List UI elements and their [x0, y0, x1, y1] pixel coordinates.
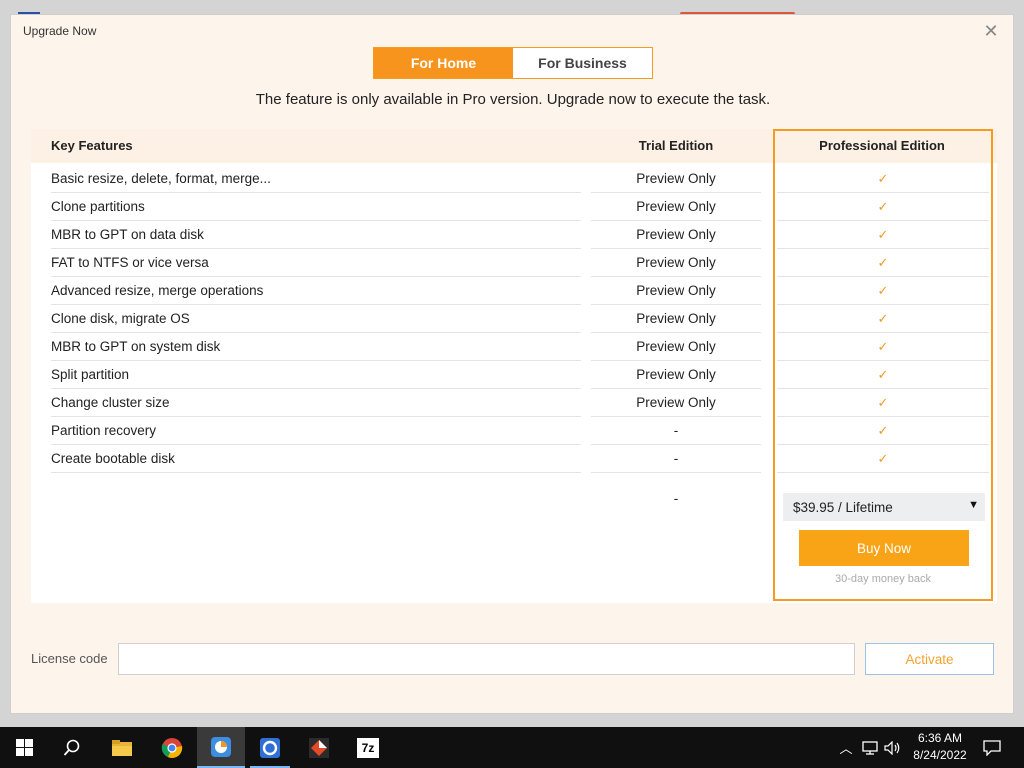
checkmark-icon: ✓ — [777, 445, 989, 473]
trial-availability: Preview Only — [591, 305, 761, 333]
table-row: Partition recovery - ✓ — [31, 417, 997, 445]
show-hidden-icons-button[interactable]: ︿ — [836, 727, 856, 768]
taskbar-clock[interactable]: 6:36 AM 8/24/2022 — [904, 730, 976, 764]
table-row: Advanced resize, merge operations Preview… — [31, 277, 997, 305]
buy-now-button[interactable]: Buy Now — [799, 530, 969, 566]
checkmark-icon: ✓ — [777, 277, 989, 305]
header-trial-edition: Trial Edition — [638, 138, 714, 153]
volume-icon — [884, 740, 900, 755]
feature-name: Basic resize, delete, format, merge... — [51, 165, 581, 193]
folder-icon — [112, 739, 132, 756]
file-explorer-button[interactable] — [98, 727, 146, 768]
7zip-icon-label: 7z — [361, 740, 375, 755]
trial-availability: Preview Only — [591, 277, 761, 305]
app-blue-button[interactable] — [246, 727, 294, 768]
diamond-app-icon — [309, 737, 329, 758]
checkmark-icon: ✓ — [777, 221, 989, 249]
trial-availability: Preview Only — [591, 165, 761, 193]
start-button[interactable] — [0, 727, 48, 768]
feature-name: MBR to GPT on system disk — [51, 333, 581, 361]
trial-availability: Preview Only — [591, 193, 761, 221]
feature-name: FAT to NTFS or vice versa — [51, 249, 581, 277]
table-row: MBR to GPT on system disk Preview Only ✓ — [31, 333, 997, 361]
dropdown-arrow-icon: ▼ — [968, 499, 979, 511]
feature-name: Change cluster size — [51, 389, 581, 417]
trial-availability: Preview Only — [591, 249, 761, 277]
table-row: Create bootable disk - ✓ — [31, 445, 997, 473]
license-code-label: License code — [31, 651, 108, 666]
checkmark-icon: ✓ — [777, 305, 989, 333]
volume-tray-button[interactable] — [882, 727, 904, 768]
table-row: Split partition Preview Only ✓ — [31, 361, 997, 389]
trial-availability: Preview Only — [591, 361, 761, 389]
table-row: MBR to GPT on data disk Preview Only ✓ — [31, 221, 997, 249]
search-button[interactable] — [48, 727, 96, 768]
feature-name: Advanced resize, merge operations — [51, 277, 581, 305]
checkmark-icon: ✓ — [777, 417, 989, 445]
money-back-note: 30-day money back — [835, 573, 931, 585]
trial-availability: Preview Only — [591, 389, 761, 417]
table-row: Change cluster size Preview Only ✓ — [31, 389, 997, 417]
price-plan-select[interactable]: $39.95 / Lifetime ▼ — [783, 493, 985, 521]
table-row: Basic resize, delete, format, merge... Pr… — [31, 165, 997, 193]
clock-time: 6:36 AM — [917, 731, 963, 745]
tab-for-business[interactable]: For Business — [513, 48, 652, 78]
trial-availability: Preview Only — [591, 221, 761, 249]
action-center-button[interactable] — [978, 727, 1006, 768]
partition-assistant-icon — [211, 736, 231, 757]
feature-comparison-table: Key Features Trial Edition Professional … — [31, 129, 997, 603]
table-header: Key Features Trial Edition Professional … — [31, 129, 997, 163]
trial-price: - — [673, 491, 679, 506]
upgrade-message: The feature is only available in Pro ver… — [255, 91, 771, 108]
chrome-button[interactable] — [148, 727, 196, 768]
chrome-icon — [161, 737, 183, 758]
7zip-button[interactable]: 7z — [344, 727, 392, 768]
checkmark-icon: ✓ — [777, 193, 989, 221]
checkmark-icon: ✓ — [777, 361, 989, 389]
header-key-features: Key Features — [51, 138, 133, 153]
network-tray-button[interactable] — [858, 727, 882, 768]
trial-availability: Preview Only — [591, 333, 761, 361]
7zip-icon: 7z — [357, 737, 379, 758]
feature-name: Clone disk, migrate OS — [51, 305, 581, 333]
checkmark-icon: ✓ — [777, 165, 989, 193]
license-code-input[interactable] — [118, 643, 855, 675]
app-dark-button[interactable] — [295, 727, 343, 768]
activate-button[interactable]: Activate — [865, 643, 994, 675]
feature-name: Clone partitions — [51, 193, 581, 221]
upgrade-dialog: Upgrade Now ✕ For Home For Business The … — [10, 14, 1014, 714]
close-icon[interactable]: ✕ — [981, 21, 1001, 41]
feature-name: Create bootable disk — [51, 445, 581, 473]
feature-name: MBR to GPT on data disk — [51, 221, 581, 249]
edition-tabs: For Home For Business — [373, 47, 653, 79]
chevron-up-icon: ︿ — [839, 741, 853, 756]
checkmark-icon: ✓ — [777, 389, 989, 417]
windows-logo-icon — [15, 739, 33, 756]
taskbar: 7z ︿ 6:36 AM 8/24/2022 — [0, 727, 1024, 768]
clock-date: 8/24/2022 — [913, 748, 967, 762]
table-row: Clone disk, migrate OS Preview Only ✓ — [31, 305, 997, 333]
network-icon — [862, 740, 878, 755]
trial-availability: - — [591, 445, 761, 473]
partition-assistant-button[interactable] — [197, 727, 245, 768]
notification-icon — [983, 739, 1001, 756]
price-plan-value: $39.95 / Lifetime — [793, 499, 893, 515]
trial-availability: - — [591, 417, 761, 445]
feature-name: Partition recovery — [51, 417, 581, 445]
table-row: FAT to NTFS or vice versa Preview Only ✓ — [31, 249, 997, 277]
tab-for-home[interactable]: For Home — [374, 48, 513, 78]
checkmark-icon: ✓ — [777, 249, 989, 277]
dialog-title: Upgrade Now — [23, 24, 97, 38]
backup-app-icon — [260, 737, 280, 758]
table-row: Clone partitions Preview Only ✓ — [31, 193, 997, 221]
search-icon — [63, 739, 80, 756]
checkmark-icon: ✓ — [777, 333, 989, 361]
header-professional-edition: Professional Edition — [819, 138, 945, 153]
feature-name: Split partition — [51, 361, 581, 389]
